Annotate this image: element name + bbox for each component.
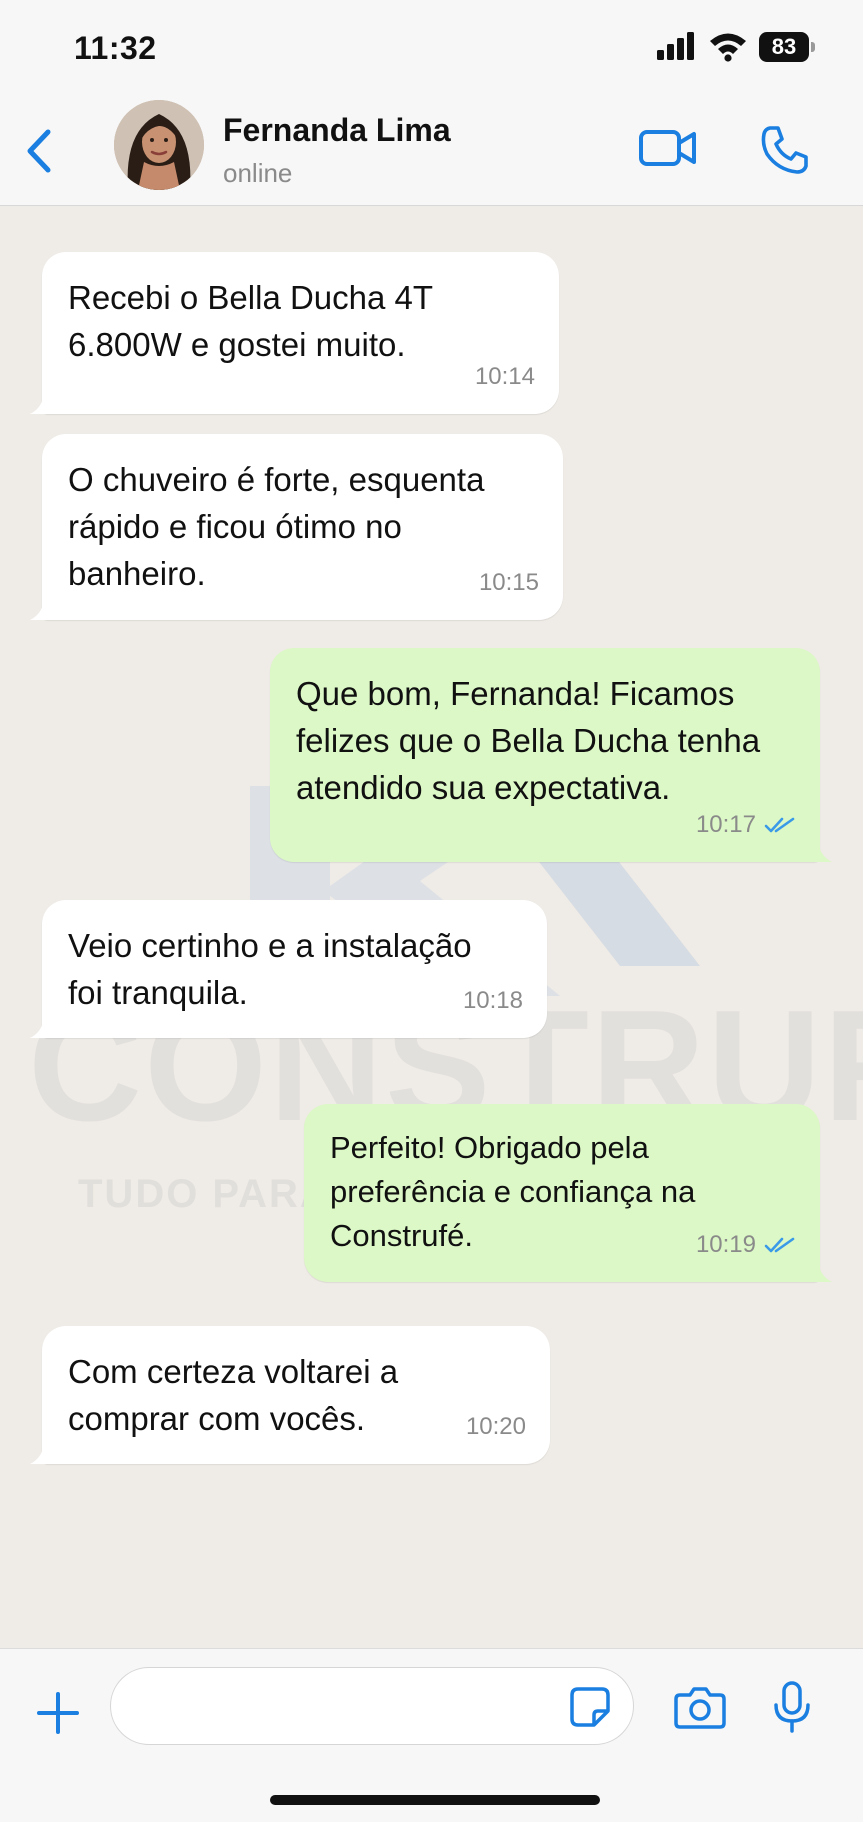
chat-area[interactable]: CONSTRUFÉ TUDO PARA Recebi o Bella Ducha…	[0, 206, 863, 1648]
video-call-icon[interactable]	[638, 126, 698, 170]
message-time: 10:17	[695, 811, 756, 838]
message-bubble-outgoing[interactable]: Que bom, Fernanda! Ficamos felizes que o…	[270, 648, 832, 862]
message-bubble-incoming[interactable]: Com certeza voltarei a comprar com vocês…	[30, 1326, 550, 1464]
battery-level: 83	[759, 32, 809, 62]
contact-status: online	[223, 158, 293, 188]
contact-name[interactable]: Fernanda Lima	[223, 112, 451, 149]
back-chevron-icon[interactable]	[22, 126, 56, 176]
message-time: 10:14	[474, 363, 535, 390]
chat-header: Fernanda Lima online	[0, 96, 863, 206]
message-text: Que bom, Fernanda! Ficamos felizes que o…	[296, 675, 761, 806]
message-time: 10:19	[695, 1231, 756, 1258]
signal-icon	[657, 32, 694, 60]
message-text: Com certeza voltarei a comprar com vocês…	[68, 1353, 399, 1437]
message-input[interactable]	[110, 1667, 634, 1745]
message-bubble-incoming[interactable]: Veio certinho e a instalação foi tranqui…	[30, 900, 547, 1038]
message-text: Recebi o Bella Ducha 4T 6.800W e gostei …	[68, 279, 433, 363]
home-indicator[interactable]	[270, 1795, 600, 1805]
status-bar: 11:32 83	[0, 0, 863, 96]
camera-icon[interactable]	[674, 1685, 726, 1729]
message-time: 10:20	[465, 1413, 526, 1440]
phone-icon[interactable]	[758, 124, 810, 176]
message-bubble-incoming[interactable]: Recebi o Bella Ducha 4T 6.800W e gostei …	[30, 252, 559, 414]
message-time: 10:18	[462, 987, 523, 1014]
watermark-tagline: TUDO PARA	[78, 1172, 331, 1216]
message-bubble-incoming[interactable]: O chuveiro é forte, esquenta rápido e fi…	[30, 434, 563, 620]
sticker-icon[interactable]	[568, 1685, 612, 1729]
message-time: 10:15	[478, 569, 539, 596]
message-text: Veio certinho e a instalação foi tranqui…	[68, 927, 472, 1011]
status-time: 11:32	[74, 30, 157, 66]
read-receipt-icon	[764, 1237, 795, 1252]
read-receipt-icon	[764, 817, 795, 832]
wifi-icon	[710, 33, 746, 62]
message-text: O chuveiro é forte, esquenta rápido e fi…	[68, 461, 485, 592]
battery-icon: 83	[759, 32, 815, 62]
composer-bar	[0, 1648, 863, 1822]
avatar[interactable]	[114, 100, 204, 190]
plus-icon[interactable]	[36, 1691, 80, 1735]
microphone-icon[interactable]	[772, 1681, 812, 1733]
message-text: Perfeito! Obrigado pela preferência e co…	[330, 1130, 696, 1253]
message-bubble-outgoing[interactable]: Perfeito! Obrigado pela preferência e co…	[304, 1104, 832, 1282]
